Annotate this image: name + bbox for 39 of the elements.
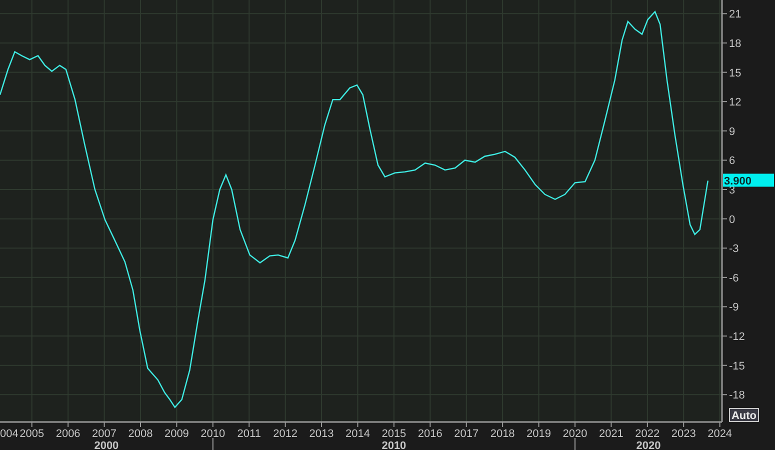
axis-tick-label: 2008: [128, 428, 153, 440]
axis-tick-label: -6: [729, 272, 739, 284]
axis-tick-label: 2023: [671, 428, 696, 440]
axis-tick-label: 2015: [382, 428, 406, 440]
axis-tick-label: 2019: [526, 428, 552, 440]
axis-tick-label: 2014: [346, 428, 370, 440]
axis-tick-label: 9: [729, 126, 736, 138]
axis-tick-label: 2005: [20, 428, 44, 440]
axis-tick-label: 15: [729, 67, 742, 80]
axis-tick-label: 2013: [309, 428, 334, 440]
axis-tick-label: 6: [729, 155, 736, 168]
axis-tick-label: -9: [729, 302, 739, 314]
axis-tick-label: 12: [729, 96, 742, 109]
axis-tick-label: 2021: [598, 428, 624, 440]
axis-tick-label: 2017: [454, 428, 479, 440]
decade-label: 2000: [94, 440, 119, 450]
axis-tick-label: 2006: [56, 428, 80, 440]
axis-tick-label: 18: [729, 38, 742, 50]
axis-tick-label: 2024: [708, 428, 732, 440]
axis-tick-label: 2018: [490, 428, 515, 440]
axis-tick-label: -12: [729, 331, 745, 344]
axis-tick-label: 2011: [237, 428, 261, 440]
axis-tick-label: -3: [729, 243, 739, 256]
axis-tick-label: 2009: [164, 428, 189, 440]
decade-label: 2020: [636, 440, 661, 450]
axis-tick-label: 004: [0, 428, 18, 440]
axis-tick-label: 2010: [200, 428, 226, 440]
axis-tick-label: 2016: [418, 428, 442, 440]
axis-tick-label: -15: [729, 360, 745, 372]
axis-tick-label: 21: [729, 8, 742, 21]
decade-label: 2010: [382, 440, 406, 450]
current-value-label: 3.900: [723, 174, 774, 188]
axis-tick-label: 0: [729, 214, 736, 226]
axis-tick-label: -18: [729, 390, 745, 402]
axis-tick-label: 2020: [562, 428, 588, 440]
axis-tick-label: 2007: [92, 428, 117, 440]
axis-tick-label: 2012: [273, 428, 298, 440]
axis-tick-label: 2022: [635, 428, 660, 440]
auto-scale-button[interactable]: Auto: [729, 408, 759, 422]
